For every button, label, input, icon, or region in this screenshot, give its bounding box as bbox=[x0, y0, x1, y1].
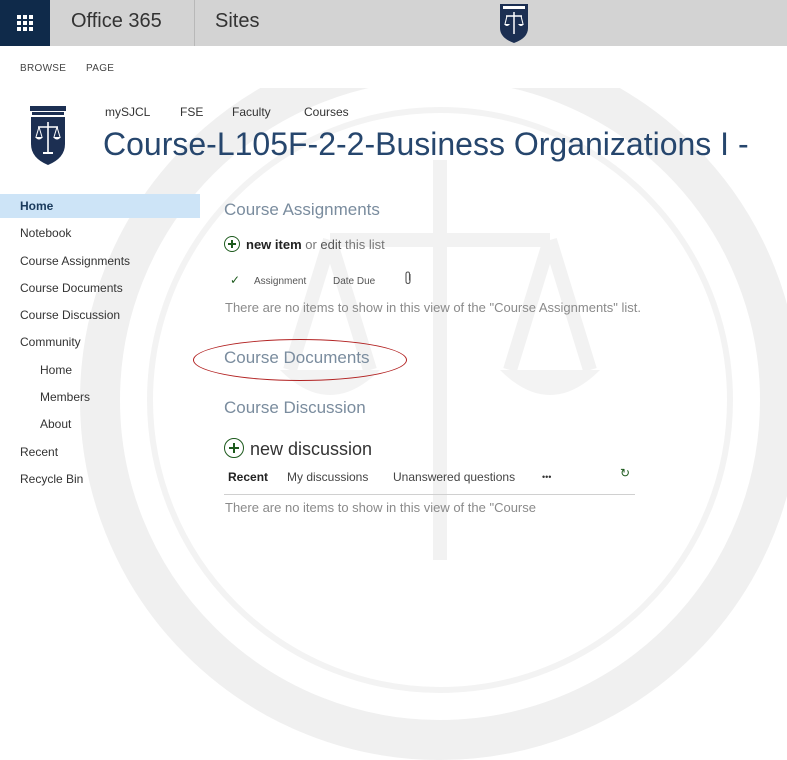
column-header-date-due[interactable]: Date Due bbox=[333, 276, 375, 287]
sidebar-item-course-assignments[interactable]: Course Assignments bbox=[20, 249, 130, 273]
new-item-link[interactable]: new item bbox=[246, 237, 302, 252]
attachment-icon[interactable] bbox=[404, 271, 413, 285]
tab-unanswered-questions[interactable]: Unanswered questions bbox=[393, 470, 515, 484]
assignments-empty-message: There are no items to show in this view … bbox=[225, 300, 642, 315]
new-discussion-link[interactable]: new discussion bbox=[250, 439, 372, 459]
or-text: or bbox=[301, 237, 321, 252]
sidebar-item-recycle-bin[interactable]: Recycle Bin bbox=[20, 467, 83, 491]
edit-link[interactable]: edit bbox=[320, 237, 341, 252]
tab-divider bbox=[224, 494, 635, 495]
suite-bar: Office 365 Sites bbox=[0, 0, 787, 46]
column-header-assignment[interactable]: Assignment bbox=[254, 276, 306, 287]
discussion-empty-message: There are no items to show in this view … bbox=[225, 500, 536, 515]
page-title: Course-L105F-2-2-Business Organizations … bbox=[103, 126, 749, 162]
waffle-icon bbox=[17, 15, 33, 31]
topnav-fse[interactable]: FSE bbox=[180, 105, 203, 119]
sidebar-subitem-about[interactable]: About bbox=[40, 412, 71, 436]
sidebar-item-home[interactable]: Home bbox=[0, 194, 200, 218]
ribbon-tab-page[interactable]: PAGE bbox=[86, 63, 114, 74]
sidebar-item-course-discussion[interactable]: Course Discussion bbox=[20, 303, 120, 327]
plus-circle-icon[interactable] bbox=[224, 236, 240, 252]
office365-brand[interactable]: Office 365 bbox=[71, 10, 162, 33]
more-options-icon[interactable]: ••• bbox=[542, 472, 551, 482]
plus-circle-icon[interactable] bbox=[224, 438, 244, 458]
sidebar-subitem-members[interactable]: Members bbox=[40, 385, 90, 409]
topnav-mysjcl[interactable]: mySJCL bbox=[105, 105, 150, 119]
assignments-title[interactable]: Course Assignments bbox=[224, 200, 380, 220]
checkmark-icon[interactable]: ✓ bbox=[230, 273, 240, 287]
sites-link[interactable]: Sites bbox=[215, 10, 259, 33]
annotation-circle bbox=[193, 339, 407, 381]
new-discussion-row[interactable]: new discussion bbox=[224, 438, 372, 460]
topnav-faculty[interactable]: Faculty bbox=[232, 105, 271, 119]
school-logo-icon bbox=[500, 4, 528, 43]
sidebar-item-community[interactable]: Community bbox=[20, 330, 81, 354]
new-item-row: new item or edit this list bbox=[224, 236, 385, 252]
ribbon-tab-browse[interactable]: BROWSE bbox=[20, 63, 66, 74]
tab-my-discussions[interactable]: My discussions bbox=[287, 470, 368, 484]
site-logo-icon[interactable] bbox=[28, 106, 68, 166]
ribbon: BROWSE PAGE bbox=[0, 46, 787, 88]
app-launcher-button[interactable] bbox=[0, 0, 50, 46]
sidebar-item-notebook[interactable]: Notebook bbox=[20, 221, 71, 245]
discussion-title[interactable]: Course Discussion bbox=[224, 398, 366, 418]
sidebar-subitem-home[interactable]: Home bbox=[40, 358, 72, 382]
suite-bar-divider bbox=[194, 0, 195, 46]
tab-recent[interactable]: Recent bbox=[228, 470, 268, 484]
sidebar-item-recent[interactable]: Recent bbox=[20, 440, 58, 464]
refresh-icon[interactable]: ↻ bbox=[620, 466, 634, 480]
topnav-courses[interactable]: Courses bbox=[304, 105, 349, 119]
this-list-text: this list bbox=[341, 237, 385, 252]
sidebar-item-course-documents[interactable]: Course Documents bbox=[20, 276, 123, 300]
